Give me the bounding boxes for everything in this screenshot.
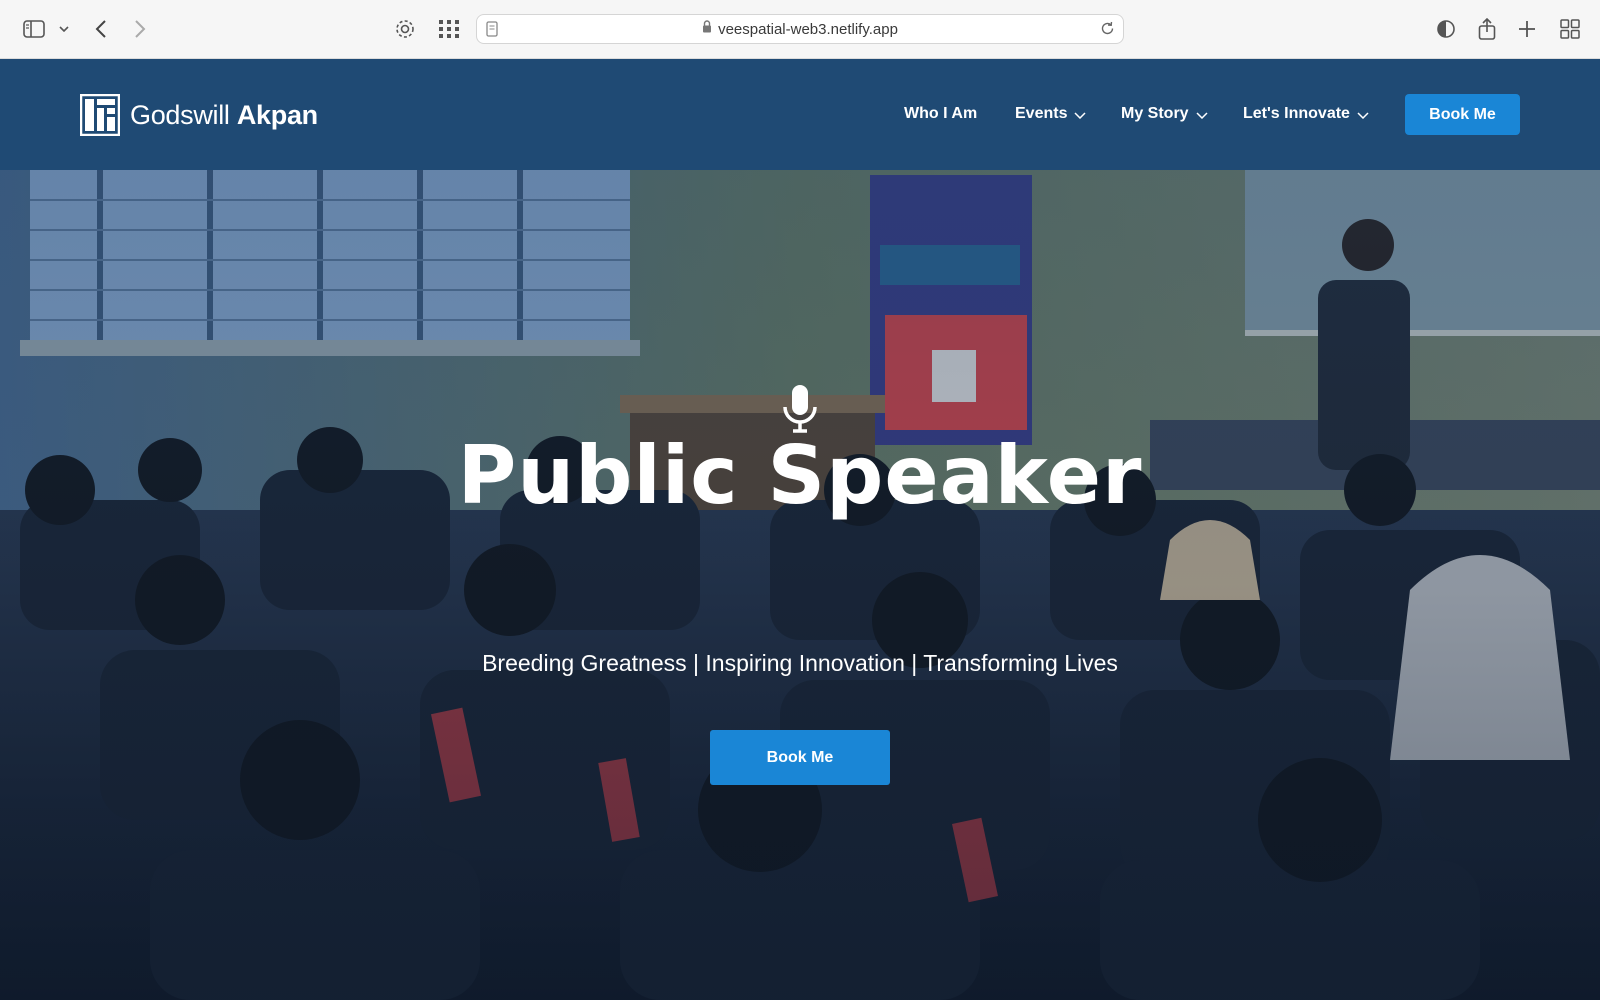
nav-label: My Story xyxy=(1121,105,1189,122)
nav-lets-innovate[interactable]: Let's Innovate xyxy=(1243,99,1369,129)
address-bar[interactable]: veespatial-web3.netlify.app xyxy=(476,14,1124,44)
chevron-down-icon xyxy=(1074,112,1086,119)
url-text: veespatial-web3.netlify.app xyxy=(718,20,898,38)
nav-label: Events xyxy=(1015,105,1068,122)
logo-mark-icon xyxy=(80,94,120,136)
hero-overlay xyxy=(0,170,1600,1000)
share-icon[interactable] xyxy=(1472,14,1502,44)
sidebar-icon[interactable] xyxy=(19,14,49,44)
microphone-icon xyxy=(783,385,817,433)
hero-subtitle: Breeding Greatness | Inspiring Innovatio… xyxy=(482,650,1118,676)
lock-icon xyxy=(702,20,712,38)
browser-toolbar: veespatial-web3.netlify.app xyxy=(0,0,1600,59)
nav-label: Who I Am xyxy=(904,105,978,122)
nav-who-i-am[interactable]: Who I Am xyxy=(904,99,977,129)
hero-section: Public Speaker Breeding Greatness | Insp… xyxy=(0,170,1600,1000)
reload-icon[interactable] xyxy=(1100,21,1115,41)
logo-last-name: Akpan xyxy=(236,99,318,130)
site-header: Godswill Akpan Who I Am Events My Story … xyxy=(0,59,1600,170)
nav-my-story[interactable]: My Story xyxy=(1121,99,1208,129)
chevron-down-icon xyxy=(1357,112,1369,119)
forward-icon[interactable] xyxy=(125,14,155,44)
plus-icon[interactable] xyxy=(1512,14,1542,44)
chevron-down-icon[interactable] xyxy=(49,14,79,44)
grid-icon[interactable] xyxy=(434,14,464,44)
logo-first-name: Godswill xyxy=(130,99,230,130)
back-icon[interactable] xyxy=(86,14,116,44)
chevron-down-icon xyxy=(1196,112,1208,119)
shield-icon[interactable] xyxy=(1431,14,1461,44)
nav-events[interactable]: Events xyxy=(1015,99,1086,129)
site-logo[interactable]: Godswill Akpan xyxy=(80,94,318,136)
book-me-button[interactable]: Book Me xyxy=(1405,94,1520,135)
gear-icon[interactable] xyxy=(390,14,420,44)
tabs-overview-icon[interactable] xyxy=(1555,14,1585,44)
hero-title: Public Speaker xyxy=(457,429,1143,522)
hero-book-me-button[interactable]: Book Me xyxy=(710,730,890,785)
nav-label: Let's Innovate xyxy=(1243,105,1350,122)
